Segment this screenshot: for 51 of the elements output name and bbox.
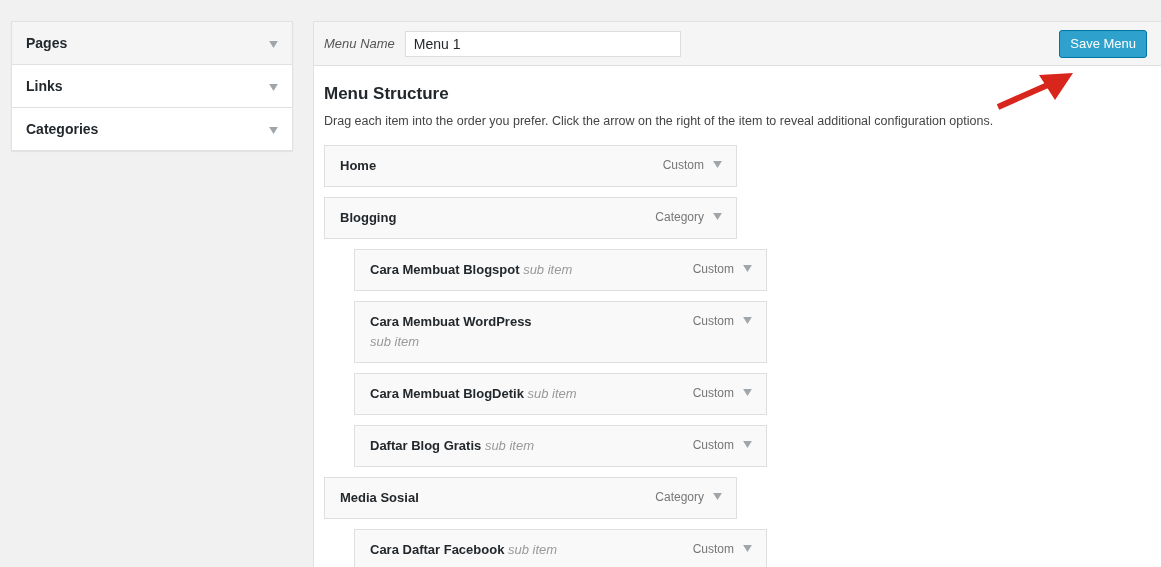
item-type: Custom: [692, 542, 734, 556]
item-type: Custom: [692, 386, 734, 400]
caret-icon[interactable]: [743, 265, 752, 272]
menu-name-label: Menu Name: [324, 36, 395, 51]
accordion-section[interactable]: Links: [12, 64, 292, 107]
item-type: Custom: [692, 262, 734, 276]
menu-item[interactable]: Cara Membuat Blogspot sub item Custom: [354, 249, 767, 291]
item-type: Category: [655, 490, 704, 504]
caret-icon[interactable]: [743, 389, 752, 396]
caret-icon[interactable]: [713, 493, 722, 500]
arrow-icon: [995, 70, 1075, 110]
item-title: Cara Daftar Facebook: [370, 542, 505, 557]
item-note: sub item: [370, 334, 420, 349]
section-label: Categories: [26, 121, 99, 137]
item-title: Media Sosial: [340, 490, 419, 505]
item-note: sub item: [508, 542, 558, 557]
item-note: sub item: [527, 386, 577, 401]
item-title: Cara Membuat Blogspot: [370, 262, 520, 277]
item-title: Daftar Blog Gratis: [370, 438, 482, 453]
item-note: sub item: [484, 438, 534, 453]
section-description: Drag each item into the order you prefer. Click the arrow on the right of the item to reveal additional configuration options.: [324, 114, 995, 128]
caret-icon[interactable]: [713, 213, 722, 220]
menu-item[interactable]: Cara Membuat BlogDetik sub item Custom: [354, 373, 767, 415]
item-title: Cara Membuat WordPress: [370, 314, 532, 329]
caret-icon[interactable]: [269, 84, 278, 91]
caret-icon[interactable]: [269, 127, 278, 134]
menu-item[interactable]: Media Sosial Category: [324, 477, 737, 519]
menu-item[interactable]: Home Custom: [324, 145, 737, 187]
section-label: Pages: [26, 35, 68, 51]
item-title: Blogging: [340, 210, 397, 225]
accordion-section[interactable]: Pages: [12, 22, 292, 64]
item-note: sub item: [523, 262, 573, 277]
section-title: Menu Structure: [324, 84, 450, 104]
menu-name-field[interactable]: Menu 1: [404, 30, 681, 57]
menu-item[interactable]: Daftar Blog Gratis sub item Custom: [354, 425, 767, 467]
item-title: Home: [340, 158, 377, 173]
item-type: Custom: [692, 314, 734, 328]
menu-item[interactable]: Cara Daftar Facebook sub item Custom: [354, 529, 767, 567]
caret-icon[interactable]: [743, 317, 752, 324]
item-type: Custom: [662, 158, 704, 172]
menu-item[interactable]: Cara Membuat WordPress sub item Custom: [354, 301, 767, 363]
item-title: Cara Membuat BlogDetik: [370, 386, 524, 401]
caret-icon[interactable]: [269, 41, 278, 48]
accordion-section[interactable]: Categories: [12, 107, 292, 150]
menu-item[interactable]: Blogging Category: [324, 197, 737, 239]
section-label: Links: [26, 78, 63, 94]
item-type: Custom: [692, 438, 734, 452]
caret-icon[interactable]: [743, 545, 752, 552]
caret-icon[interactable]: [713, 161, 722, 168]
item-type: Category: [655, 210, 704, 224]
caret-icon[interactable]: [743, 441, 752, 448]
